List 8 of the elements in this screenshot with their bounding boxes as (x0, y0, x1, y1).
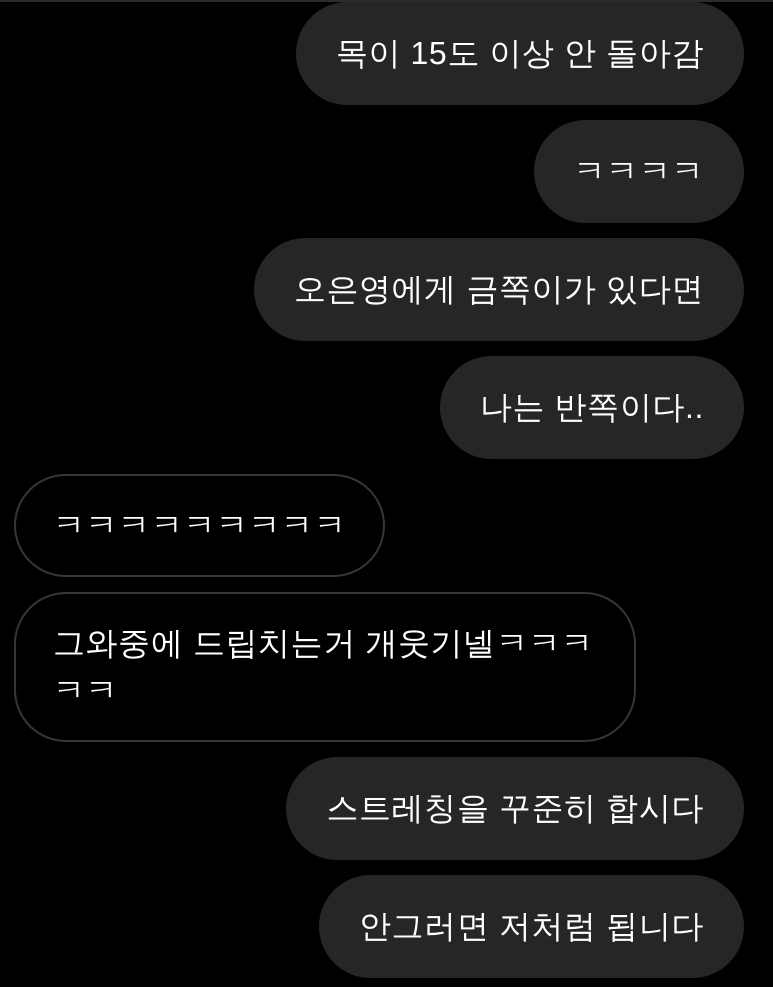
sent-message-bubble: 목이 15도 이상 안 돌아감 (296, 2, 744, 105)
sent-message-bubble: ㅋㅋㅋㅋ (534, 120, 744, 223)
sent-message-bubble: 나는 반쪽이다.. (440, 356, 744, 459)
sent-message-bubble: 오은영에게 금쪽이가 있다면 (254, 238, 744, 341)
sent-message-bubble: 안그러면 저처럼 됩니다 (319, 875, 744, 978)
received-message-bubble: 그와중에 드립치는거 개웃기넬ㅋㅋㅋㅋㅋ (14, 592, 636, 742)
received-message-bubble: ㅋㅋㅋㅋㅋㅋㅋㅋㅋ (14, 474, 386, 577)
sent-message-bubble: 스트레칭을 꾸준히 합시다 (286, 757, 744, 860)
